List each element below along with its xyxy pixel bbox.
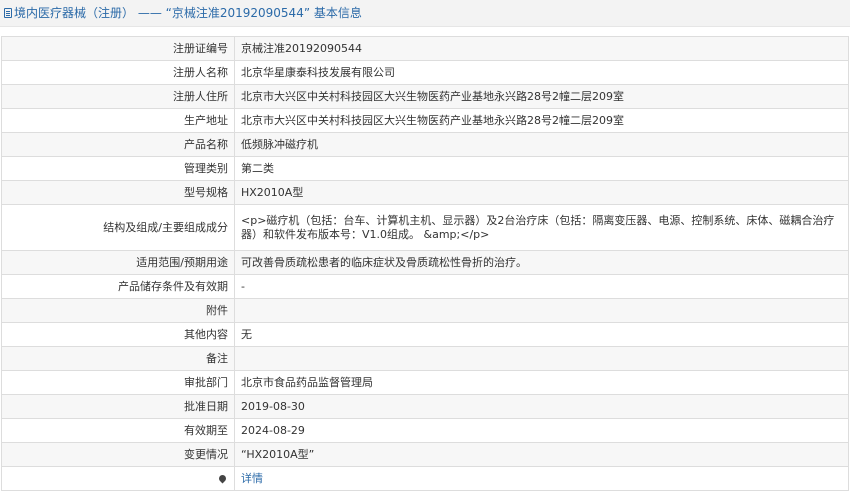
row-value: 北京市大兴区中关村科技园区大兴生物医药产业基地永兴路28号2幢二层209室 [234, 108, 849, 133]
table-row: 注册人住所 北京市大兴区中关村科技园区大兴生物医药产业基地永兴路28号2幢二层2… [1, 84, 849, 109]
row-label: 附件 [1, 298, 235, 323]
page-title: 境内医疗器械（注册） —— “京械注准20192090544” 基本信息 [0, 0, 850, 27]
table-row: 适用范围/预期用途 可改善骨质疏松患者的临床症状及骨质疏松性骨折的治疗。 [1, 250, 849, 275]
row-label: 产品储存条件及有效期 [1, 274, 235, 299]
table-row: 管理类别 第二类 [1, 156, 849, 181]
row-value: HX2010A型 [234, 180, 849, 205]
table-row: 注册证编号 京械注准20192090544 [1, 36, 849, 61]
table-row: 批准日期 2019-08-30 [1, 394, 849, 419]
row-label: 型号规格 [1, 180, 235, 205]
row-label: 备注 [1, 346, 235, 371]
row-label: 其他内容 [1, 322, 235, 347]
table-row: 审批部门 北京市食品药品监督管理局 [1, 370, 849, 395]
row-label: 变更情况 [1, 442, 235, 467]
table-row: 产品名称 低频脉冲磁疗机 [1, 132, 849, 157]
table-row: 产品储存条件及有效期 - [1, 274, 849, 299]
table-row: 其他内容 无 [1, 322, 849, 347]
row-label: 注册证编号 [1, 36, 235, 61]
row-value: 京械注准20192090544 [234, 36, 849, 61]
table-row: 生产地址 北京市大兴区中关村科技园区大兴生物医药产业基地永兴路28号2幢二层20… [1, 108, 849, 133]
row-value: 北京市食品药品监督管理局 [234, 370, 849, 395]
table-row-detail: 详情 [1, 466, 849, 491]
table-row: 附件 [1, 298, 849, 323]
row-value [234, 298, 849, 323]
row-value: 无 [234, 322, 849, 347]
row-value: 第二类 [234, 156, 849, 181]
row-value: 2024-08-29 [234, 418, 849, 443]
row-value: 北京市大兴区中关村科技园区大兴生物医药产业基地永兴路28号2幢二层209室 [234, 84, 849, 109]
row-label: 审批部门 [1, 370, 235, 395]
row-label-detail [1, 466, 235, 491]
location-pin-icon [217, 473, 228, 483]
row-value: 低频脉冲磁疗机 [234, 132, 849, 157]
row-label: 产品名称 [1, 132, 235, 157]
info-table: 注册证编号 京械注准20192090544 注册人名称 北京华星康泰科技发展有限… [1, 36, 849, 491]
table-row: 注册人名称 北京华星康泰科技发展有限公司 [1, 60, 849, 85]
row-value: - [234, 274, 849, 299]
row-label: 适用范围/预期用途 [1, 250, 235, 275]
table-row: 有效期至 2024-08-29 [1, 418, 849, 443]
row-label: 生产地址 [1, 108, 235, 133]
row-value: “HX2010A型” [234, 442, 849, 467]
page-title-text: 境内医疗器械（注册） —— “京械注准20192090544” 基本信息 [14, 6, 362, 20]
row-label: 有效期至 [1, 418, 235, 443]
detail-link[interactable]: 详情 [241, 472, 263, 485]
row-value [234, 346, 849, 371]
row-value: 可改善骨质疏松患者的临床症状及骨质疏松性骨折的治疗。 [234, 250, 849, 275]
row-value: 北京华星康泰科技发展有限公司 [234, 60, 849, 85]
table-row: 型号规格 HX2010A型 [1, 180, 849, 205]
table-row: 结构及组成/主要组成成分 <p>磁疗机（包括：台车、计算机主机、显示器）及2台治… [1, 204, 849, 251]
row-label: 注册人名称 [1, 60, 235, 85]
row-label: 注册人住所 [1, 84, 235, 109]
row-value-detail: 详情 [234, 466, 849, 491]
row-value: <p>磁疗机（包括：台车、计算机主机、显示器）及2台治疗床（包括：隔离变压器、电… [234, 204, 849, 251]
table-row: 变更情况 “HX2010A型” [1, 442, 849, 467]
row-label: 结构及组成/主要组成成分 [1, 204, 235, 251]
table-row: 备注 [1, 346, 849, 371]
row-label: 批准日期 [1, 394, 235, 419]
document-icon [4, 8, 12, 18]
page: 境内医疗器械（注册） —— “京械注准20192090544” 基本信息 注册证… [0, 0, 850, 499]
row-label: 管理类别 [1, 156, 235, 181]
row-value: 2019-08-30 [234, 394, 849, 419]
